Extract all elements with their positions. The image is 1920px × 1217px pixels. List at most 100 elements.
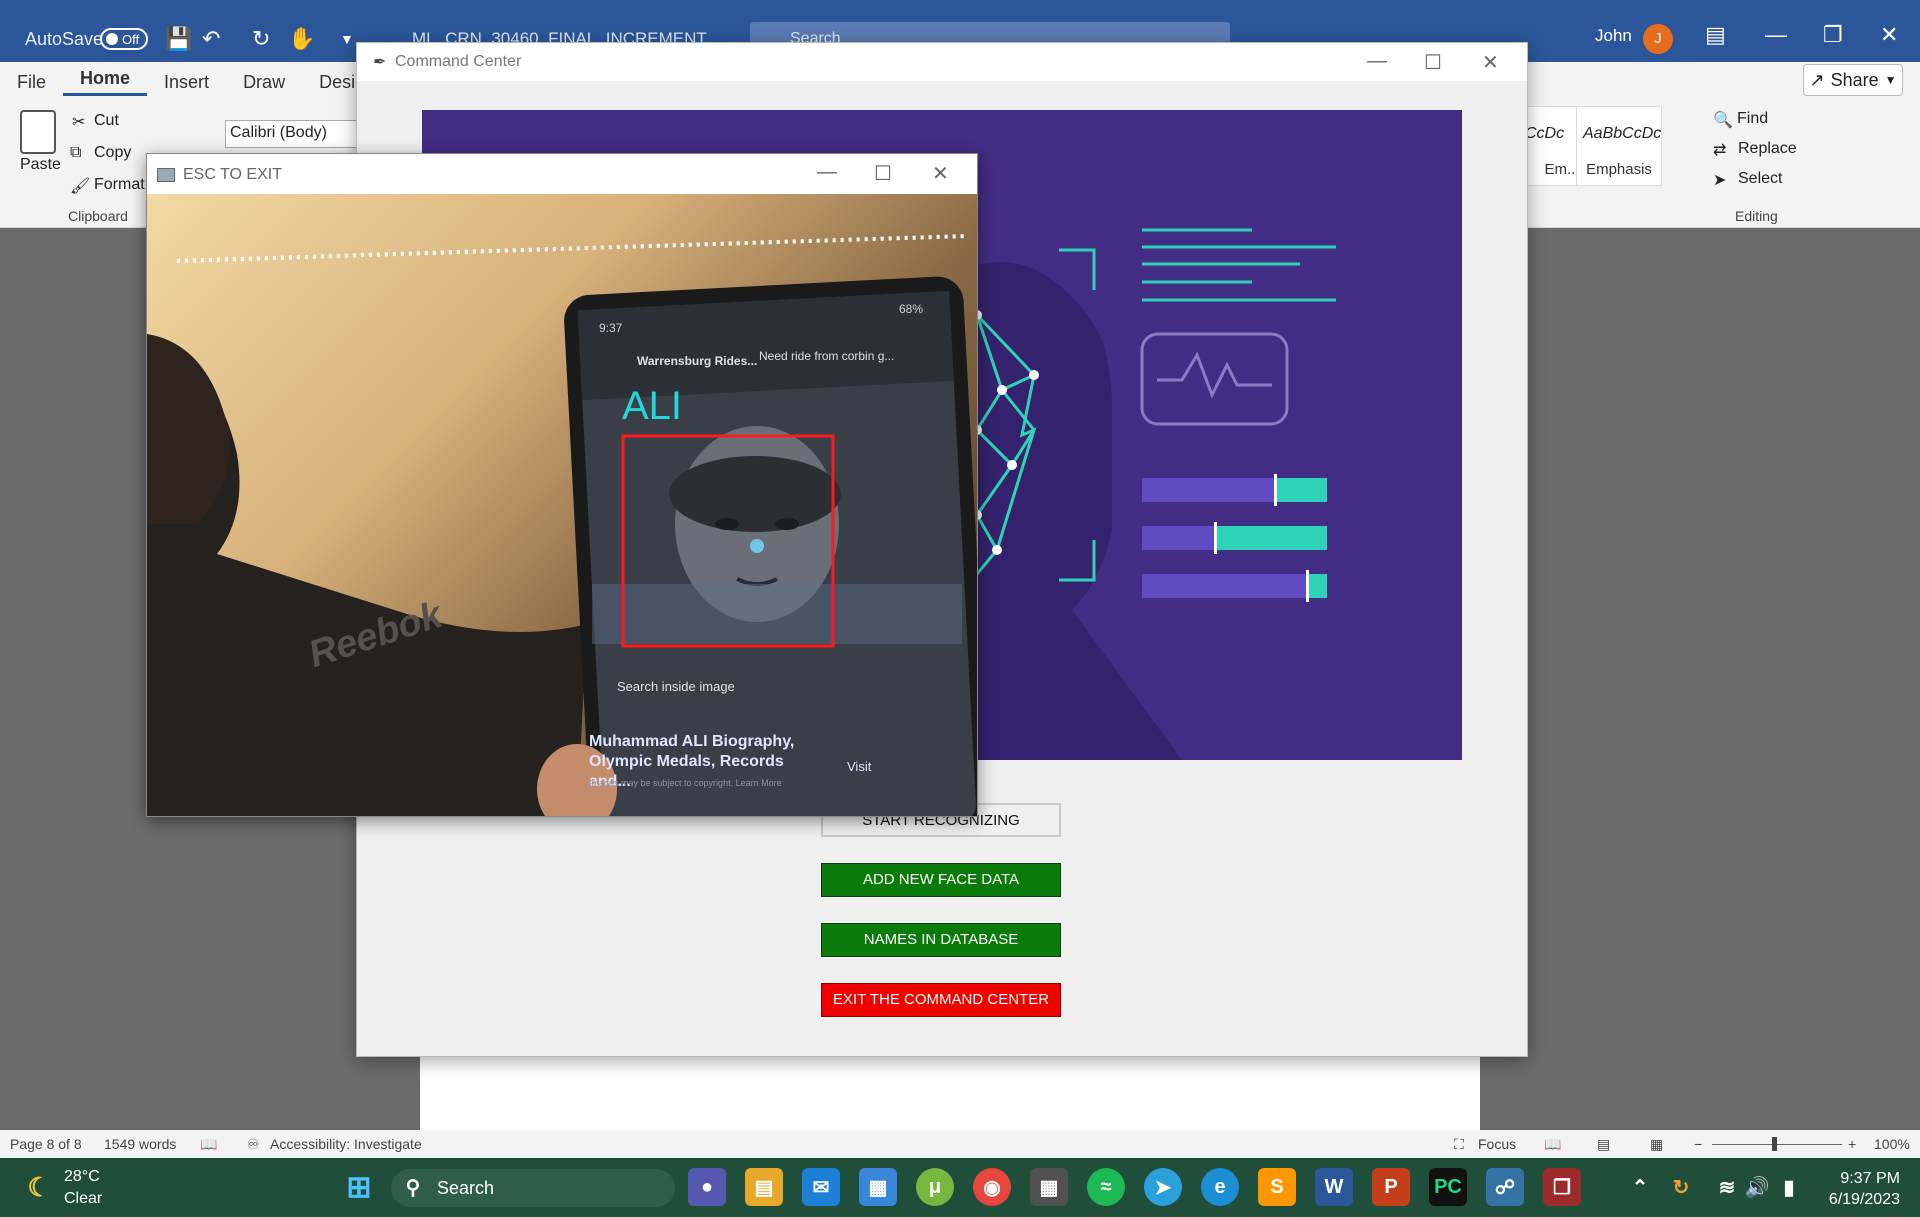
taskbar-search-label: Search [437, 1177, 495, 1198]
clock[interactable]: 9:37 PM 6/19/2023 [1829, 1168, 1900, 1210]
cut-icon[interactable]: ✂ [72, 112, 85, 132]
accessibility-status[interactable]: Accessibility: Investigate [270, 1136, 422, 1152]
select-icon[interactable]: ➤ [1713, 170, 1726, 190]
webcam-scene [147, 234, 977, 816]
style-sample: CcDc [1525, 125, 1565, 142]
replace-button[interactable]: Replace [1738, 140, 1797, 158]
paste-button[interactable]: Paste [20, 156, 61, 174]
tab-home[interactable]: Home [63, 68, 148, 96]
tab-draw[interactable]: Draw [226, 72, 302, 93]
weather-temp[interactable]: 28°C [64, 1168, 100, 1186]
chevron-down-icon: ▼ [1884, 73, 1897, 87]
copy-button[interactable]: Copy [94, 144, 131, 162]
zoom-out-icon[interactable]: − [1694, 1136, 1702, 1152]
file-explorer-icon[interactable]: ▤ [745, 1168, 783, 1206]
exit-command-center-button[interactable]: EXIT THE COMMAND CENTER [821, 983, 1061, 1017]
battery-icon[interactable]: ▮ [1776, 1168, 1802, 1206]
word-count[interactable]: 1549 words [104, 1136, 176, 1152]
phone-visit: Visit [847, 759, 872, 774]
weather-condition[interactable]: Clear [64, 1190, 102, 1208]
clipboard-group-label: Clipboard [68, 208, 128, 224]
replace-icon[interactable]: ⇄ [1713, 140, 1726, 160]
powerpoint-icon[interactable]: P [1372, 1168, 1410, 1206]
accessibility-icon[interactable]: ♾ [247, 1136, 260, 1153]
avatar[interactable]: J [1643, 24, 1673, 54]
clock-time: 9:37 PM [1840, 1170, 1900, 1187]
tab-insert[interactable]: Insert [147, 72, 226, 93]
mail-icon[interactable]: ✉ [802, 1168, 840, 1206]
select-button[interactable]: Select [1738, 170, 1782, 188]
close-icon[interactable]: ✕ [1880, 22, 1898, 48]
user-name: John [1595, 26, 1632, 45]
style-name: Emphasis [1586, 161, 1652, 178]
restore-icon[interactable]: ❐ [1823, 22, 1843, 48]
pycharm-icon[interactable]: PC [1429, 1168, 1467, 1206]
webcam-window: ESC TO EXIT — ☐ ✕ ALI 9:37 68% Warrensbu… [146, 153, 978, 817]
add-face-data-button[interactable]: ADD NEW FACE DATA [821, 863, 1061, 897]
page-count[interactable]: Page 8 of 8 [10, 1136, 82, 1152]
zoom-slider-thumb[interactable] [1772, 1137, 1777, 1151]
utorrent-icon[interactable]: μ [916, 1168, 954, 1206]
close-icon[interactable]: ✕ [1482, 50, 1499, 75]
minimize-icon[interactable]: — [1765, 22, 1787, 48]
volume-icon[interactable]: 🔊 [1744, 1168, 1770, 1206]
telegram-icon[interactable]: ➤ [1144, 1168, 1182, 1206]
paste-icon[interactable] [20, 110, 56, 154]
autosave-state: Off [122, 31, 140, 47]
phone-time: 9:37 [599, 321, 623, 335]
format-painter-button[interactable]: Format [94, 176, 145, 194]
find-button[interactable]: Find [1737, 110, 1768, 128]
phone-fine-print: Images may be subject to copyright. Lear… [589, 778, 782, 788]
search-icon: ⚲ [405, 1176, 421, 1199]
sublime-icon[interactable]: S [1258, 1168, 1296, 1206]
ribbon-display-icon[interactable]: ▤ [1705, 22, 1726, 48]
zoom-in-icon[interactable]: + [1848, 1136, 1856, 1152]
names-in-database-button[interactable]: NAMES IN DATABASE [821, 923, 1061, 957]
wifi-icon[interactable]: ≋ [1714, 1168, 1740, 1206]
format-painter-icon[interactable]: 🖌 [70, 176, 90, 196]
chevron-up-icon[interactable]: ⌃ [1628, 1168, 1652, 1206]
tab-file[interactable]: File [0, 72, 63, 93]
share-label: Share [1830, 69, 1879, 90]
word-app-icon[interactable]: W [1315, 1168, 1353, 1206]
print-layout-icon[interactable]: ▤ [1597, 1136, 1610, 1153]
python-icon[interactable]: ☍ [1486, 1168, 1524, 1206]
read-mode-icon[interactable]: 📖 [1544, 1136, 1561, 1153]
zoom-level[interactable]: 100% [1874, 1136, 1910, 1152]
store-icon[interactable]: ▦ [859, 1168, 897, 1206]
tkinter-app-icon[interactable]: ❐ [1543, 1168, 1581, 1206]
minimize-icon[interactable]: — [817, 161, 837, 184]
autosave-toggle[interactable]: Off [100, 28, 148, 50]
maximize-icon[interactable]: ☐ [874, 161, 892, 186]
taskbar-search[interactable]: Search [391, 1169, 675, 1207]
chrome-icon[interactable]: ◉ [973, 1168, 1011, 1206]
status-bar: Page 8 of 8 1549 words 📖 ♾ Accessibility… [0, 1130, 1920, 1158]
phone-notif-body: Need ride from corbin g... [759, 349, 895, 363]
edge-icon[interactable]: e [1201, 1168, 1239, 1206]
calculator-icon[interactable]: ▦ [1030, 1168, 1068, 1206]
share-button[interactable]: ↗ Share ▼ [1803, 64, 1903, 96]
sync-icon[interactable]: ↻ [1668, 1168, 1694, 1206]
teams-icon[interactable]: ● [688, 1168, 726, 1206]
style-emphasis[interactable]: AaBbCcDc Emphasis [1576, 106, 1662, 186]
zoom-slider[interactable] [1712, 1144, 1842, 1145]
maximize-icon[interactable]: ☐ [1424, 50, 1442, 75]
font-name-select[interactable]: Calibri (Body) [225, 120, 365, 148]
clock-date: 6/19/2023 [1828, 1191, 1900, 1208]
spotify-icon[interactable]: ≈ [1087, 1168, 1125, 1206]
webcam-titlebar[interactable]: ESC TO EXIT — ☐ ✕ [147, 154, 977, 194]
cut-button[interactable]: Cut [94, 112, 119, 130]
moon-icon[interactable]: ☾ [20, 1168, 58, 1206]
start-icon[interactable]: ⊞ [340, 1168, 378, 1206]
close-icon[interactable]: ✕ [932, 161, 949, 186]
focus-button[interactable]: Focus [1478, 1136, 1516, 1152]
minimize-icon[interactable]: — [1367, 50, 1387, 73]
focus-icon[interactable]: ⛶ [1454, 1136, 1464, 1153]
webcam-title: ESC TO EXIT [183, 166, 282, 183]
find-icon[interactable]: 🔍 [1713, 110, 1733, 130]
web-layout-icon[interactable]: ▦ [1650, 1136, 1663, 1153]
proofing-icon[interactable]: 📖 [200, 1136, 217, 1153]
copy-icon[interactable]: ⧉ [70, 144, 81, 162]
recognized-name-label: ALI [622, 384, 683, 428]
command-center-titlebar[interactable]: ✒ Command Center — ☐ ✕ [357, 43, 1527, 81]
